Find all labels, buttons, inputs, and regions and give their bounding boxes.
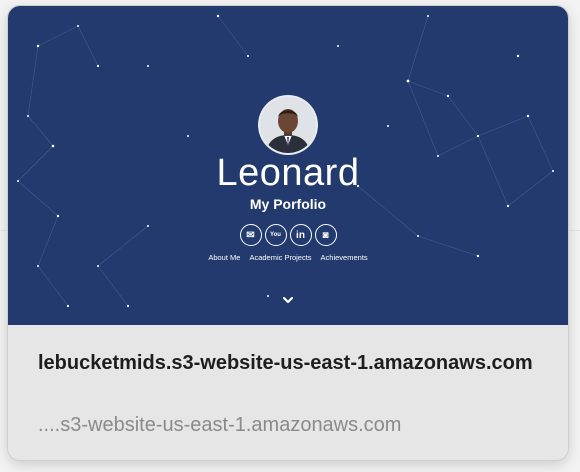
chevron-down-icon[interactable] [281, 293, 295, 307]
profile-photo [260, 97, 316, 153]
site-nav: About Me Academic Projects Achievements [8, 253, 568, 262]
link-preview-card[interactable]: Leonard My Porfolio ✉ You in ◙ About Me … [8, 6, 568, 460]
github-icon[interactable]: ◙ [314, 224, 337, 246]
nav-about-me[interactable]: About Me [208, 253, 240, 262]
nav-achievements[interactable]: Achievements [321, 253, 368, 262]
portfolio-subtitle: My Porfolio [249, 196, 327, 212]
preview-footer: lebucketmids.s3-website-us-east-1.amazon… [8, 325, 568, 460]
preview-title[interactable]: lebucketmids.s3-website-us-east-1.amazon… [38, 349, 538, 378]
profile-avatar [260, 97, 316, 153]
nav-academic-projects[interactable]: Academic Projects [249, 253, 311, 262]
linkedin-icon[interactable]: in [289, 224, 312, 246]
social-links: ✉ You in ◙ [236, 224, 340, 248]
youtube-icon[interactable]: You [264, 224, 287, 246]
email-icon[interactable]: ✉ [239, 224, 262, 246]
website-hero: Leonard My Porfolio ✉ You in ◙ About Me … [8, 6, 568, 325]
profile-name: Leonard [216, 152, 360, 194]
preview-url: ....s3-website-us-east-1.amazonaws.com [38, 414, 402, 436]
